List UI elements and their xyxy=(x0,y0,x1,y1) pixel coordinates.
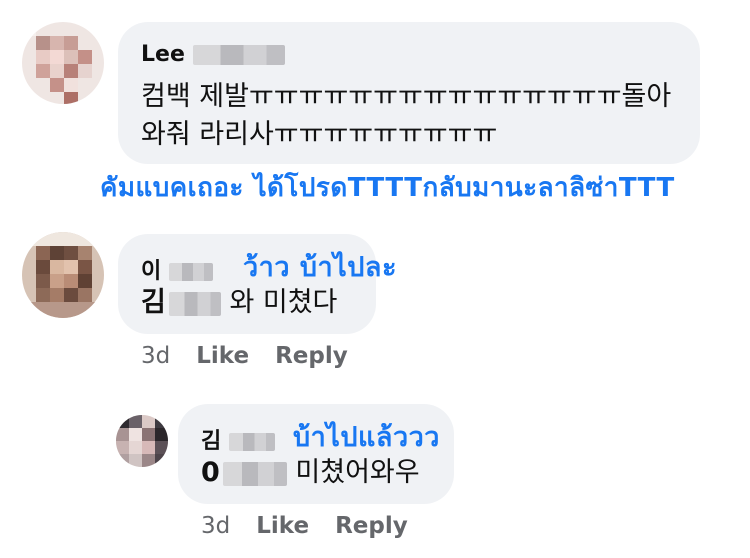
redacted-name xyxy=(168,263,213,281)
translation-overlay: ว้าว บ้าไปละ xyxy=(243,252,397,283)
comment-actions: 3d Like Reply xyxy=(201,513,408,539)
comment-actions: 3d Like Reply xyxy=(141,343,348,369)
mention-prefix: 김 xyxy=(141,287,166,318)
redacted-name xyxy=(168,291,221,316)
comment-message: 와 미쳤다 xyxy=(229,287,338,318)
author-name: Lee xyxy=(141,42,185,67)
avatar[interactable] xyxy=(22,22,104,104)
reply-button[interactable]: Reply xyxy=(335,513,408,539)
author-name: 김 xyxy=(201,429,222,454)
redacted-name xyxy=(228,433,275,451)
redacted-name xyxy=(192,45,285,65)
comment-message: 미쳤어와우 xyxy=(295,457,420,488)
like-button[interactable]: Like xyxy=(256,513,309,539)
comment-timestamp[interactable]: 3d xyxy=(201,513,230,539)
like-button[interactable]: Like xyxy=(196,343,249,369)
comment-text-line: 와줘 라리사ㅠㅠㅠㅠㅠㅠㅠㅠㅠ xyxy=(141,119,498,150)
avatar[interactable] xyxy=(116,415,168,467)
comment-author[interactable]: 김 xyxy=(201,423,275,455)
comment-author[interactable]: Lee xyxy=(141,42,285,67)
translation-overlay: คัมแบคเถอะ ได้โปรดTTTTกลับมานะลาลิซ่าTTT xyxy=(100,173,675,203)
comment-text-line: 0 미쳤어와우 xyxy=(201,455,420,491)
mention-prefix: 0 xyxy=(201,457,220,488)
comment-timestamp[interactable]: 3d xyxy=(141,343,170,369)
comment-author[interactable]: 이 xyxy=(141,253,213,285)
reply-button[interactable]: Reply xyxy=(275,343,348,369)
translation-overlay: บ้าไปแล้ววว xyxy=(293,422,440,453)
comment-text-line: 컴백 제발ㅠㅠㅠㅠㅠㅠㅠㅠㅠㅠㅠㅠㅠㅠㅠ돌아 xyxy=(141,81,672,112)
comment-text-line: 김 와 미쳤다 xyxy=(141,285,337,321)
author-name: 이 xyxy=(141,259,162,284)
redacted-name xyxy=(222,461,287,486)
avatar[interactable] xyxy=(22,232,104,318)
